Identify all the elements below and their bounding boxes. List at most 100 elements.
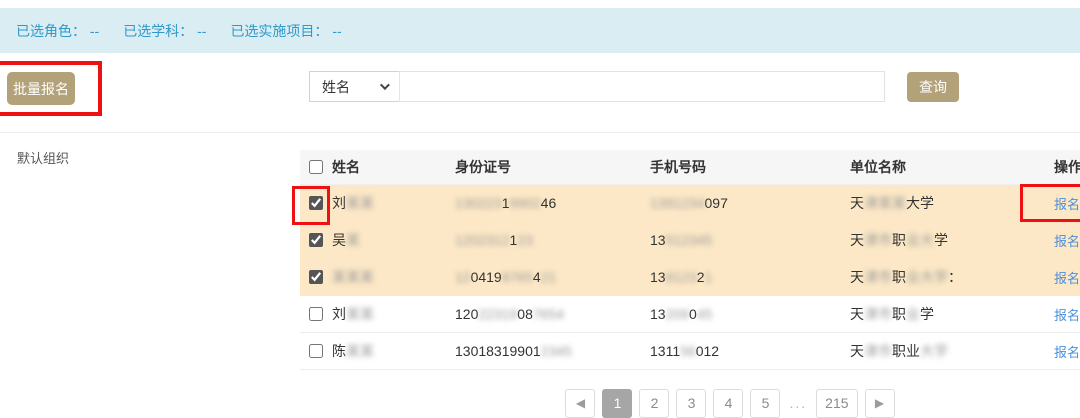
cell-text: 1311 [650, 343, 680, 359]
pagination-page-2[interactable]: 2 [639, 389, 669, 418]
pagination-page-3[interactable]: 3 [676, 389, 706, 418]
batch-register-button[interactable]: 批量报名 [7, 72, 75, 105]
id-number-cell: 1202312123 [455, 232, 650, 248]
cell-text: 120 [455, 306, 478, 322]
pagination-page-4[interactable]: 4 [713, 389, 743, 418]
redacted-text: 130223 [455, 195, 502, 211]
row-checkbox[interactable] [309, 344, 323, 358]
cell-text: 46 [541, 195, 557, 211]
header-name: 姓名 [332, 157, 455, 177]
org-cell: 天津市职业学 [850, 304, 1054, 324]
cell-text: 天 [850, 343, 864, 359]
redacted-text: 某 [346, 232, 360, 248]
cell-text: 职业 [892, 343, 920, 359]
redacted-text: 津市 [864, 269, 892, 285]
apply-link[interactable]: 报名 [1054, 308, 1080, 323]
members-table: 姓名 身份证号 手机号码 单位名称 操作 刘某某1302231990246139… [300, 150, 1080, 370]
header-action: 操作 [1054, 157, 1080, 177]
redacted-text: 某某 [346, 195, 374, 211]
redacted-text: 津市 [864, 232, 892, 248]
cell-text: 0 [689, 306, 697, 322]
chevron-down-icon [380, 80, 390, 90]
cell-text: ： [948, 269, 962, 285]
apply-link[interactable]: 报名 [1054, 197, 1080, 212]
action-cell: 报名 [1054, 268, 1080, 287]
name-cell: 吴某 [332, 230, 455, 250]
cell-text: 13 [650, 269, 666, 285]
redacted-text: 1202312 [455, 232, 510, 248]
cell-text: 4 [533, 269, 541, 285]
table-row: 吴某120231212313512345天津市职业大学报名 [300, 222, 1080, 259]
row-checkbox-cell [300, 307, 332, 321]
search-category-value: 姓名 [322, 77, 350, 97]
redacted-text: 某某某 [332, 269, 374, 285]
apply-link[interactable]: 报名 [1054, 234, 1080, 249]
status-item: 已选实施项目： -- [230, 21, 341, 41]
name-cell: 刘某某 [332, 304, 455, 324]
table-row: 刘某某 13022319902461391234097天津某某大学 报名 [300, 185, 1080, 222]
pagination-page-215[interactable]: 215 [816, 389, 857, 418]
redacted-text: 23 [517, 232, 533, 248]
cell-text: 08 [517, 306, 533, 322]
section-divider [0, 132, 1080, 133]
select-all-checkbox[interactable] [309, 160, 323, 174]
pagination: ◀12345...215▶ [340, 388, 1080, 418]
cell-text: 13 [650, 306, 666, 322]
page: 已选角色： --已选学科： --已选实施项目： -- 批量报名 姓名 查询 默认… [0, 0, 1080, 418]
apply-link[interactable]: 报名 [1054, 271, 1080, 286]
cell-text: 学 [920, 306, 934, 322]
cell-text: 刘 [332, 195, 346, 211]
cell-text: 大学 [906, 195, 934, 211]
redacted-text: 512345 [666, 232, 713, 248]
apply-link[interactable]: 报名 [1054, 345, 1080, 360]
redacted-text: 7654 [533, 306, 564, 322]
table-row: 某某某120419876542113812321天津市职业大学：报名 [300, 259, 1080, 296]
search-category-select[interactable]: 姓名 [309, 71, 400, 102]
redacted-text: 45 [697, 306, 713, 322]
action-cell: 报名 [1054, 194, 1080, 213]
pagination-page-1[interactable]: 1 [602, 389, 632, 418]
redacted-text: 8765 [502, 269, 533, 285]
pagination-next-button[interactable]: ▶ [865, 389, 895, 418]
row-checkbox[interactable] [309, 196, 323, 210]
action-cell: 报名 [1054, 342, 1080, 361]
pagination-prev-button[interactable]: ◀ [565, 389, 595, 418]
cell-text: 0419 [471, 269, 502, 285]
redacted-text: 津某某 [864, 195, 906, 211]
redacted-text: 某某 [346, 343, 374, 359]
redacted-text: 2345 [541, 343, 572, 359]
redacted-text: 业 [906, 306, 920, 322]
id-number-cell: 1204198765421 [455, 269, 650, 285]
redacted-text: 1391234 [650, 195, 705, 211]
row-checkbox[interactable] [309, 233, 323, 247]
cell-text: 天 [850, 232, 864, 248]
redacted-text: 12 [455, 269, 471, 285]
pagination-page-5[interactable]: 5 [750, 389, 780, 418]
query-button[interactable]: 查询 [907, 72, 959, 102]
cell-text: 天 [850, 195, 864, 211]
status-item: 已选学科： -- [123, 21, 206, 41]
redacted-text: 业大 [906, 232, 934, 248]
search-group: 姓名 [309, 71, 885, 102]
redacted-text: 津市 [864, 306, 892, 322]
org-cell: 天津市职业大学： [850, 267, 1054, 287]
cell-text: 职 [892, 269, 906, 285]
id-number-cell: 1302231990246 [455, 195, 650, 211]
phone-cell: 1391234097 [650, 195, 850, 211]
row-checkbox[interactable] [309, 307, 323, 321]
header-id: 身份证号 [455, 157, 650, 177]
header-checkbox-cell [300, 160, 332, 174]
row-checkbox-cell [300, 233, 332, 247]
org-tree-label: 默认组织 [17, 148, 69, 167]
search-input[interactable] [399, 71, 885, 102]
cell-text: 012 [696, 343, 719, 359]
action-cell: 报名 [1054, 231, 1080, 250]
id-number-cell: 130183199012345 [455, 343, 650, 359]
name-cell: 陈某某 [332, 341, 455, 361]
cell-text: 学 [934, 232, 948, 248]
row-checkbox-cell [300, 270, 332, 284]
cell-text: 13018319901 [455, 343, 541, 359]
row-checkbox[interactable] [309, 270, 323, 284]
table-body: 刘某某13022319902461391234097天津某某大学报名吴某1202… [300, 185, 1080, 370]
header-phone: 手机号码 [650, 157, 850, 177]
